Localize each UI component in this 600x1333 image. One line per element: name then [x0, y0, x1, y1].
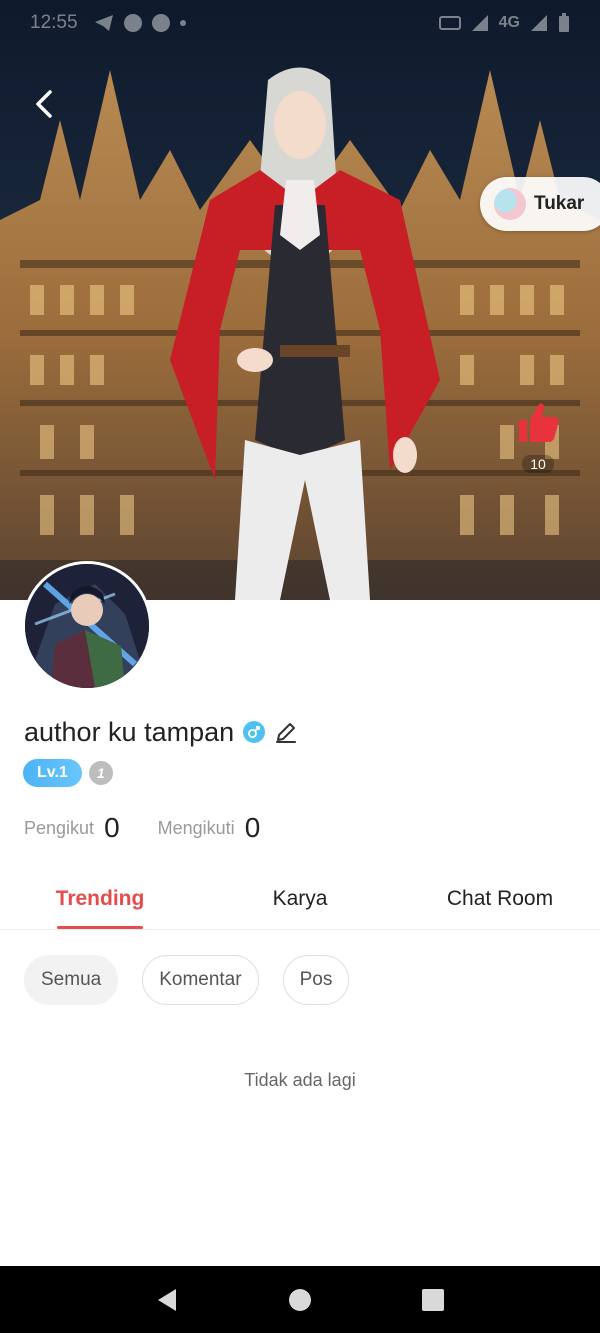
- followers-count[interactable]: 0: [104, 812, 120, 844]
- more-dot-icon: [179, 20, 186, 26]
- switch-outfit-button[interactable]: Tukar: [480, 177, 600, 231]
- follow-stats: Pengikut 0 Mengikuti 0: [24, 808, 260, 848]
- like-count: 10: [522, 455, 554, 473]
- following-count[interactable]: 0: [245, 812, 261, 844]
- tab-chat-room[interactable]: Chat Room: [430, 868, 570, 930]
- filter-semua[interactable]: Semua: [24, 955, 119, 1005]
- battery-icon: [559, 13, 569, 32]
- filter-pos[interactable]: Pos: [282, 955, 350, 1005]
- cover-background-image: [0, 0, 600, 600]
- nav-home-button[interactable]: [285, 1285, 315, 1315]
- telegram-icon: [94, 15, 113, 31]
- level-row: Lv.1 1: [23, 759, 113, 787]
- following-label[interactable]: Mengikuti: [158, 818, 235, 839]
- nav-back-button[interactable]: [152, 1285, 182, 1315]
- status-time: 12:55: [30, 12, 78, 33]
- volte-icon: [438, 16, 461, 30]
- edit-pencil-icon[interactable]: [273, 719, 299, 745]
- active-tab-indicator: [57, 926, 143, 929]
- username: author ku tampan: [24, 716, 235, 747]
- signal-icon: [471, 15, 488, 31]
- nav-recents-button[interactable]: [418, 1285, 448, 1315]
- signal-2-icon: [531, 15, 547, 31]
- switch-outfit-label: Tukar: [534, 193, 585, 214]
- username-row: author ku tampan: [24, 712, 299, 752]
- filter-chips: Semua Komentar Pos: [24, 955, 350, 1005]
- like-button[interactable]: 10: [507, 398, 569, 474]
- back-button[interactable]: [28, 86, 60, 122]
- network-type: 4G: [498, 14, 520, 31]
- system-navigation-bar: [0, 1266, 600, 1333]
- notification-icons: [94, 14, 186, 32]
- followers-label[interactable]: Pengikut: [24, 818, 94, 839]
- avatar[interactable]: [22, 561, 152, 691]
- status-bar: 12:55 4G: [0, 0, 600, 46]
- filter-komentar[interactable]: Komentar: [142, 955, 259, 1005]
- male-icon: [243, 721, 266, 743]
- thumbs-up-icon: [519, 403, 559, 442]
- help-icon: [151, 14, 170, 32]
- avatar-image: [25, 564, 149, 688]
- circle-home-icon: [288, 1288, 311, 1311]
- tab-trending[interactable]: Trending: [40, 868, 160, 930]
- info-badge[interactable]: 1: [88, 761, 113, 785]
- empty-state-message: Tidak ada lagi: [244, 1070, 356, 1090]
- profile-cover: 12:55 4G Tukar 10: [0, 0, 600, 600]
- status-right: 4G: [438, 13, 570, 33]
- profile-tabs: Trending Karya Chat Room: [0, 868, 600, 930]
- tab-karya[interactable]: Karya: [240, 868, 360, 930]
- level-badge[interactable]: Lv.1: [23, 759, 82, 787]
- square-recents-icon: [422, 1288, 445, 1311]
- messenger-icon: [123, 14, 142, 32]
- chevron-left-icon: [36, 90, 52, 118]
- triangle-back-icon: [157, 1288, 176, 1311]
- outfit-thumbnail: [494, 188, 526, 220]
